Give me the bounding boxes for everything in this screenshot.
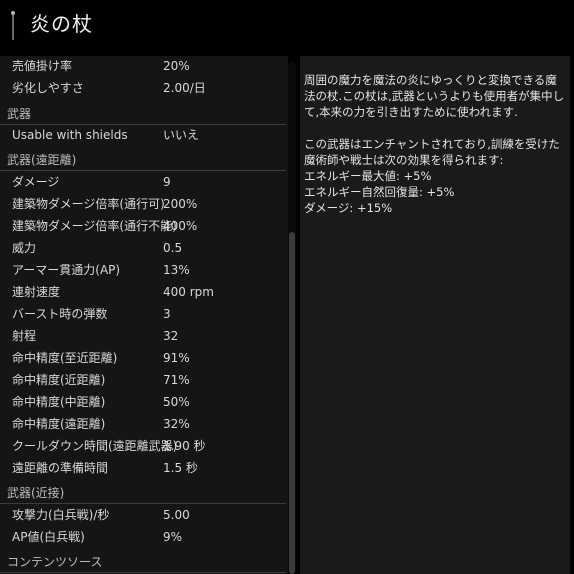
section-header-weapon: 武器 (0, 104, 286, 125)
description-panel: 周囲の魔力を魔法の炎にゆっくりと変換できる魔法の杖.この杖は,武器というよりも使… (300, 56, 570, 574)
stat-row-ranged-cooldown: クールダウン時間(遠距離武器) 1.90 秒 (0, 435, 288, 457)
effect-max-energy: エネルギー最大値: +5% (304, 169, 432, 183)
stat-row-damage: ダメージ 9 (0, 171, 288, 193)
stats-panel[interactable]: 売値掛け率 20% 劣化しやすさ 2.00/日 武器 Usable with s… (0, 56, 288, 574)
section-header-ranged: 武器(遠距離) (0, 150, 286, 171)
scrollbar-thumb[interactable] (289, 232, 295, 574)
stat-value: 9 (163, 175, 171, 189)
enchant-intro-text: この武器はエンチャントされており,訓練を受けた魔術師や戦士は次の効果を得られます… (304, 137, 560, 167)
stat-value: 32% (163, 417, 190, 431)
stat-value: 71% (163, 373, 190, 387)
stat-row-ranged-warmup: 遠距離の準備時間 1.5 秒 (0, 457, 288, 479)
stat-row-melee-dps: 攻撃力(白兵戦)/秒 5.00 (0, 504, 288, 526)
stat-row-armor-penetration: アーマー貫通力(AP) 13% (0, 259, 288, 281)
stat-value: 50% (163, 395, 190, 409)
stat-label: 劣化しやすさ (12, 81, 84, 95)
stat-label: 射程 (12, 329, 37, 343)
stat-label: 命中精度(中距離) (12, 395, 106, 409)
stat-label: クールダウン時間(遠距離武器) (12, 439, 178, 453)
item-title: 炎の杖 (30, 12, 93, 36)
stat-value: 400 rpm (163, 285, 214, 299)
stat-value: 32 (163, 329, 179, 343)
stat-label: 命中精度(近距離) (12, 373, 106, 387)
stat-row-melee-ap: AP値(白兵戦) 9% (0, 526, 288, 548)
stat-value: 200% (163, 197, 198, 211)
stat-value: 1.5 秒 (163, 461, 198, 475)
stat-label: アーマー貫通力(AP) (12, 263, 121, 277)
stat-row-building-damage-impassable: 建築物ダメージ倍率(通行不能) 400% (0, 215, 288, 237)
stat-label: バースト時の弾数 (12, 307, 108, 321)
stat-label: 攻撃力(白兵戦)/秒 (12, 508, 110, 522)
stat-label: Usable with shields (12, 128, 128, 142)
stat-row-sell-price: 売値掛け率 20% (0, 56, 288, 77)
stat-row-usable-with-shields: Usable with shields いいえ (0, 124, 288, 146)
stat-row-deterioration: 劣化しやすさ 2.00/日 (0, 77, 288, 99)
stat-label: 建築物ダメージ倍率(通行不能) (12, 219, 177, 233)
stat-value: 91% (163, 351, 190, 365)
stat-label: 遠距離の準備時間 (12, 461, 109, 475)
stat-row-accuracy-medium: 命中精度(中距離) 50% (0, 391, 288, 413)
section-header-melee: 武器(近接) (0, 483, 286, 504)
stat-label: 連射速度 (12, 285, 61, 299)
effect-energy-regen: エネルギー自然回復量: +5% (304, 185, 455, 199)
stat-value: 20% (163, 59, 190, 73)
section-header-content-source: コンテンツソース (0, 552, 286, 573)
stat-label: 売値掛け率 (12, 59, 73, 73)
description-text: 周囲の魔力を魔法の炎にゆっくりと変換できる魔法の杖.この杖は,武器というよりも使… (304, 73, 565, 119)
stat-value: いいえ (163, 128, 200, 142)
stat-row-stopping-power: 威力 0.5 (0, 237, 288, 259)
stat-value: 13% (163, 263, 190, 277)
stat-row-accuracy-touch: 命中精度(至近距離) 91% (0, 347, 288, 369)
stat-value: 1.90 秒 (163, 439, 206, 453)
item-description: 周囲の魔力を魔法の炎にゆっくりと変換できる魔法の杖.この杖は,武器というよりも使… (304, 72, 566, 216)
stat-value: 3 (163, 307, 171, 321)
window-header: 炎の杖 (0, 0, 574, 50)
stat-label: ダメージ (12, 175, 60, 189)
stat-label: 建築物ダメージ倍率(通行可) (12, 197, 165, 211)
stat-row-accuracy-short: 命中精度(近距離) 71% (0, 369, 288, 391)
stat-value: 5.00 (163, 508, 190, 522)
stat-row-range: 射程 32 (0, 325, 288, 347)
stat-label: 命中精度(至近距離) (12, 351, 118, 365)
stat-row-fire-rate: 連射速度 400 rpm (0, 281, 288, 303)
stat-row-burst-shots: バースト時の弾数 3 (0, 303, 288, 325)
stat-value: 2.00/日 (163, 81, 206, 95)
stat-value: 9% (163, 530, 183, 544)
stat-label: 命中精度(遠距離) (12, 417, 106, 431)
stats-scrollbar[interactable] (288, 62, 296, 574)
stat-row-accuracy-long: 命中精度(遠距離) 32% (0, 413, 288, 435)
stat-label: AP値(白兵戦) (12, 530, 85, 544)
stat-value: 400% (163, 219, 198, 233)
effect-damage: ダメージ: +15% (304, 201, 393, 215)
stat-label: 威力 (12, 241, 37, 255)
stat-value: 0.5 (163, 241, 183, 255)
staff-icon (11, 11, 15, 40)
stat-row-building-damage-passable: 建築物ダメージ倍率(通行可) 200% (0, 193, 288, 215)
